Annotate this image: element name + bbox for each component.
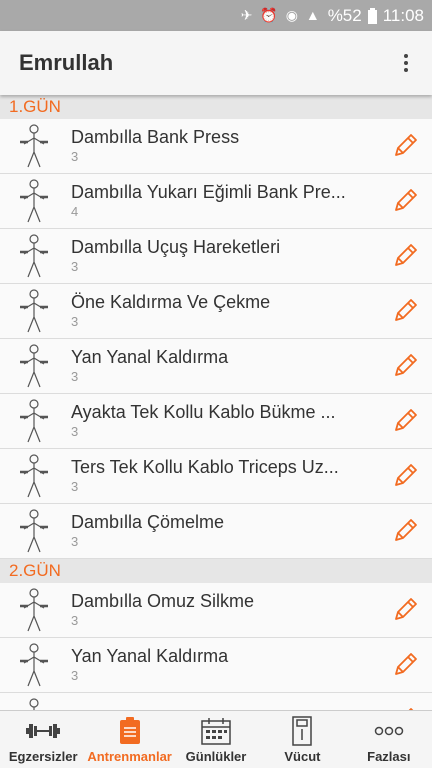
edit-pencil-icon[interactable]	[378, 284, 432, 339]
exercise-row[interactable]: Dambılla Çömelme 3	[0, 504, 432, 559]
exercise-figure-icon	[0, 693, 70, 710]
exercise-row[interactable]: Dambılla Omuz Silkme 3	[0, 583, 432, 638]
set-count: 3	[71, 149, 79, 164]
exercise-row[interactable]: Dambılla Yukarı Eğimli Bank Pre... 4	[0, 174, 432, 229]
exercise-figure-icon	[0, 229, 70, 284]
exercise-name: Yan Yanal Kaldırma	[71, 347, 229, 367]
set-count: 3	[71, 369, 79, 384]
edit-pencil-icon[interactable]	[378, 504, 432, 559]
exercise-figure-icon	[0, 394, 70, 449]
exercise-name: Öne Kaldırma Ve Çekme	[71, 292, 271, 312]
exercise-name: Ters Tek Kollu Kablo Triceps Uz...	[71, 457, 339, 477]
nav-label: Antrenmanlar	[87, 749, 172, 764]
exercise-figure-icon	[0, 119, 70, 174]
edit-pencil-icon[interactable]	[378, 583, 432, 638]
exercise-figure-icon	[0, 284, 70, 339]
overflow-menu-icon[interactable]	[384, 41, 428, 85]
exercise-name: Ayakta Tek Kollu Kablo Bükme ...	[71, 402, 336, 422]
set-count: 3	[71, 259, 79, 274]
edit-pencil-icon[interactable]	[378, 638, 432, 693]
exercise-row[interactable]: Ayakta Tek Kollu Kablo Bükme ... 3	[0, 394, 432, 449]
set-count: 3	[71, 613, 79, 628]
exercise-figure-icon	[0, 339, 70, 394]
exercise-row[interactable]: Yan Yanal Kaldırma 3	[0, 638, 432, 693]
body-scale-icon	[292, 716, 313, 746]
day-header: 2.GÜN	[0, 559, 432, 583]
nav-label: Günlükler	[185, 749, 247, 764]
nav-item-clipboard[interactable]: Antrenmanlar	[86, 711, 172, 768]
set-count: 4	[71, 204, 79, 219]
app-bar: Emrullah	[0, 31, 432, 95]
page-title: Emrullah	[19, 50, 114, 75]
bottom-navigation: Egzersizler Antrenmanlar Günlükler Vücut Faz…	[0, 710, 432, 768]
workout-list[interactable]: 1.GÜN Dambılla Bank Press 3 Dambılla Yukarı…	[0, 95, 432, 710]
nav-label: Fazlası	[367, 749, 411, 764]
edit-pencil-icon[interactable]	[378, 174, 432, 229]
exercise-name: Dambılla Bank Press	[71, 127, 240, 147]
battery-level: %52	[327, 5, 362, 25]
edit-pencil-icon[interactable]	[378, 394, 432, 449]
more-dots-icon	[374, 716, 404, 746]
clock: 11:08	[382, 5, 424, 25]
exercise-figure-icon	[0, 638, 70, 693]
edit-pencil-icon[interactable]	[378, 449, 432, 504]
exercise-row[interactable]: Yan Yanal Kaldırma 3	[0, 339, 432, 394]
status-icons: ✈ ⏰ ◉ ▲	[240, 7, 322, 23]
nav-label: Vücut	[284, 749, 321, 764]
set-count: 3	[71, 534, 79, 549]
set-count: 3	[71, 479, 79, 494]
edit-pencil-icon[interactable]	[378, 693, 432, 710]
nav-item-calendar[interactable]: Günlükler	[173, 711, 259, 768]
status-bar: ✈ ⏰ ◉ ▲ %52 11:08	[0, 0, 432, 31]
exercise-name: Dambılla Çömelme	[71, 512, 225, 532]
day-header: 1.GÜN	[0, 95, 432, 119]
set-count: 3	[71, 668, 79, 683]
exercise-name: Dambılla Yukarı Eğimli Bank Pre...	[71, 182, 346, 202]
nav-item-body-scale[interactable]: Vücut	[259, 711, 345, 768]
nav-item-more-dots[interactable]: Fazlası	[346, 711, 432, 768]
set-count: 3	[71, 314, 79, 329]
exercise-row[interactable]: Dambılla Uçuş Hareketleri 3	[0, 229, 432, 284]
nav-label: Egzersizler	[8, 749, 78, 764]
exercise-figure-icon	[0, 504, 70, 559]
dumbbell-icon	[26, 716, 61, 746]
exercise-row[interactable]: Dambılla Bank Press 3	[0, 119, 432, 174]
battery-icon	[367, 7, 377, 24]
exercise-row[interactable]: Ters Tek Kollu Kablo Triceps Uz... 3	[0, 449, 432, 504]
edit-pencil-icon[interactable]	[378, 229, 432, 284]
exercise-name: Dambılla Omuz Silkme	[71, 591, 255, 611]
exercise-row[interactable]: Öne Kaldırma Ve Çekme 3	[0, 284, 432, 339]
exercise-row[interactable]: Dambılla Öne Kaldırma Hareketl	[0, 693, 432, 710]
exercise-figure-icon	[0, 174, 70, 229]
exercise-name: Yan Yanal Kaldırma	[71, 646, 229, 666]
exercise-name: Dambılla Uçuş Hareketleri	[71, 237, 281, 257]
clipboard-icon	[119, 716, 141, 746]
exercise-figure-icon	[0, 449, 70, 504]
edit-pencil-icon[interactable]	[378, 119, 432, 174]
exercise-figure-icon	[0, 583, 70, 638]
set-count: 3	[71, 424, 79, 439]
edit-pencil-icon[interactable]	[378, 339, 432, 394]
calendar-icon	[201, 716, 231, 746]
nav-item-dumbbell[interactable]: Egzersizler	[0, 711, 86, 768]
